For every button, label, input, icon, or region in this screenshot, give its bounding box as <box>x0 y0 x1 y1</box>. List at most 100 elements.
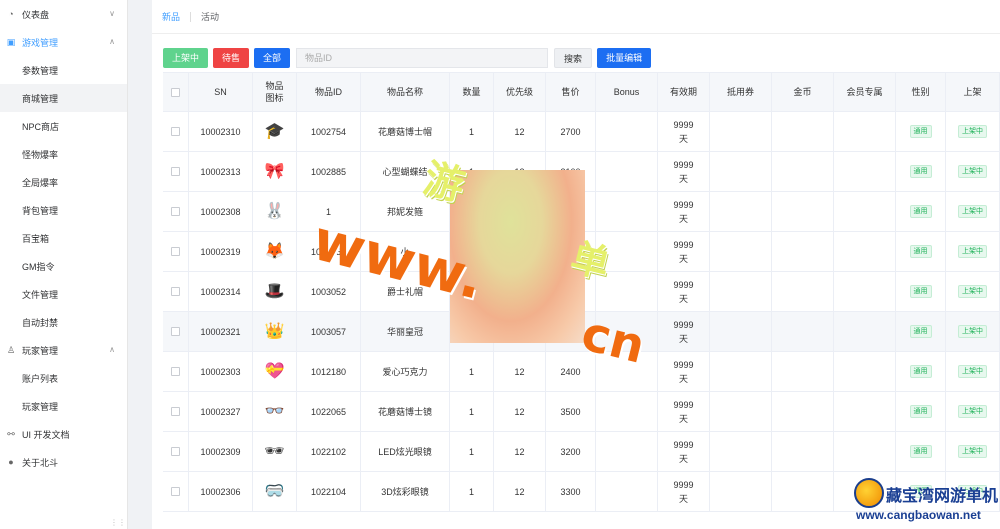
cell-sn: 10002309 <box>189 432 253 471</box>
cell-name: 邦妮发箍 <box>361 192 450 231</box>
shelf-status-tag: 上架中 <box>958 405 987 418</box>
cell-shelf: 上架中 <box>946 272 1000 311</box>
table-row[interactable]: 10002309 🕶 1022102 LED炫光眼镜 1 12 3200 9999 天 通用 上架… <box>163 432 1000 472</box>
column-header[interactable]: 上架 <box>946 73 1000 111</box>
column-header[interactable]: 金币 <box>772 73 834 111</box>
sidebar-item[interactable]: 文件管理 <box>0 280 127 308</box>
row-checkbox[interactable] <box>171 207 180 216</box>
cell-qty: 1 <box>450 432 494 471</box>
sidebar-item[interactable]: ⚯ UI 开发文档 <box>0 420 127 448</box>
pending-filter-button[interactable]: 待售 <box>213 48 250 68</box>
item-icon: 🐰 <box>264 202 285 220</box>
cell-id: 1003057 <box>297 312 361 351</box>
on-shelf-filter-button[interactable]: 上架中 <box>163 48 209 68</box>
cell-bonus <box>596 192 658 231</box>
sidebar-item[interactable]: ▣ 游戏管理 ∧ <box>0 28 127 56</box>
sidebar-item[interactable]: ◔ 仪表盘 ∨ <box>0 0 127 28</box>
tab-activity[interactable]: 活动 <box>201 10 219 23</box>
column-header[interactable]: 抵用券 <box>710 73 772 111</box>
table-row[interactable]: 10002310 🎓 1002754 花蘑菇博士帽 1 12 2700 9999 天 通用 上架中 <box>163 112 1000 152</box>
row-checkbox[interactable] <box>171 407 180 416</box>
column-header[interactable]: 物品ID <box>297 73 361 111</box>
row-checkbox[interactable] <box>171 327 180 336</box>
gender-tag: 通用 <box>909 125 932 138</box>
sidebar-item[interactable]: 账户列表 <box>0 364 127 392</box>
all-filter-button[interactable]: 全部 <box>254 48 291 68</box>
link-icon: ⚯ <box>7 429 15 439</box>
column-header[interactable]: 会员专属 <box>834 73 896 111</box>
blurred-watermark-patch <box>450 170 585 343</box>
cell-price: 3200 <box>546 432 596 471</box>
row-checkbox[interactable] <box>171 367 180 376</box>
sidebar-item-label: 账户列表 <box>22 373 59 384</box>
sidebar-item[interactable]: ♙ 玩家管理 ∧ <box>0 336 127 364</box>
shelf-status-tag: 上架中 <box>958 205 987 218</box>
column-header[interactable]: 物品名称 <box>361 73 450 111</box>
sidebar-item[interactable]: NPC商店 <box>0 112 127 140</box>
site-logo: 藏宝湾网游单机 www.cangbaowan.net <box>852 478 1000 529</box>
cell-voucher <box>710 272 772 311</box>
row-checkbox[interactable] <box>171 167 180 176</box>
sidebar-item-label: 百宝箱 <box>22 233 50 244</box>
row-select-cell <box>163 472 189 511</box>
item-id-search-input[interactable]: 物品ID <box>296 48 549 68</box>
table-row[interactable]: 10002327 👓 1022065 花蘑菇博士镜 1 12 3500 9999 天 通用 上架中 <box>163 392 1000 432</box>
cell-valid: 9999 天 <box>658 232 710 271</box>
cell-vip <box>834 112 896 151</box>
cell-vip <box>834 272 896 311</box>
search-button[interactable]: 搜索 <box>554 48 593 68</box>
cell-sn: 10002314 <box>189 272 253 311</box>
table-header: SN 物品 图标 物品ID 物品名称 数量 优先级 售价 Bonus 有效期 抵用券 金币 会员专属性… <box>163 72 1000 112</box>
cell-id: 1 <box>297 192 361 231</box>
sidebar-item[interactable]: ● 关于北斗 <box>0 448 127 476</box>
table-row[interactable]: 10002303 💝 1012180 爱心巧克力 1 12 2400 9999 天 通用 上架中 <box>163 352 1000 392</box>
collapse-handle-icon[interactable]: ⋮⋮ <box>110 518 126 527</box>
cell-valid: 9999 天 <box>658 352 710 391</box>
batch-edit-button[interactable]: 批量编辑 <box>597 48 652 68</box>
column-header[interactable]: 物品 图标 <box>253 73 297 111</box>
row-checkbox[interactable] <box>171 127 180 136</box>
column-header[interactable]: 有效期 <box>658 73 710 111</box>
sidebar-item[interactable]: 全局爆率 <box>0 168 127 196</box>
github-icon: ● <box>8 457 14 467</box>
row-select-cell <box>163 272 189 311</box>
cell-gender: 通用 <box>896 112 946 151</box>
cell-prio: 12 <box>494 112 546 151</box>
sidebar-item[interactable]: 参数管理 <box>0 56 127 84</box>
column-header[interactable]: 售价 <box>546 73 596 111</box>
shelf-status-tag: 上架中 <box>958 285 987 298</box>
shelf-status-tag: 上架中 <box>958 245 987 258</box>
cell-icon: 💝 <box>253 352 297 391</box>
sidebar-item[interactable]: 商城管理 <box>0 84 127 112</box>
cell-voucher <box>710 232 772 271</box>
row-checkbox[interactable] <box>171 247 180 256</box>
cell-gold <box>772 392 834 431</box>
cell-id: 1022104 <box>297 472 361 511</box>
column-header[interactable]: 优先级 <box>494 73 546 111</box>
cell-vip <box>834 192 896 231</box>
column-header[interactable]: SN <box>189 73 253 111</box>
column-header[interactable]: 性别 <box>896 73 946 111</box>
select-all-checkbox[interactable] <box>171 87 180 97</box>
sidebar-item[interactable]: 自动封禁 <box>0 308 127 336</box>
sidebar-item[interactable]: 玩家管理 <box>0 392 127 420</box>
tab-new[interactable]: 新品 <box>162 10 180 23</box>
sidebar-item[interactable]: 百宝箱 <box>0 224 127 252</box>
row-checkbox[interactable] <box>171 447 180 456</box>
cell-id: 1012180 <box>297 352 361 391</box>
cell-voucher <box>710 432 772 471</box>
gender-tag: 通用 <box>909 205 932 218</box>
row-checkbox[interactable] <box>171 287 180 296</box>
column-header[interactable]: 数量 <box>450 73 494 111</box>
cell-vip <box>834 392 896 431</box>
cell-gender: 通用 <box>896 192 946 231</box>
row-checkbox[interactable] <box>171 487 180 496</box>
column-header[interactable]: Bonus <box>596 73 658 111</box>
cell-id: 1003052 <box>297 272 361 311</box>
sidebar-item[interactable]: GM指令 <box>0 252 127 280</box>
sidebar-item[interactable]: 背包管理 <box>0 196 127 224</box>
sidebar-item[interactable]: 怪物爆率 <box>0 140 127 168</box>
cell-gold <box>772 272 834 311</box>
cell-qty: 1 <box>450 112 494 151</box>
cell-voucher <box>710 472 772 511</box>
